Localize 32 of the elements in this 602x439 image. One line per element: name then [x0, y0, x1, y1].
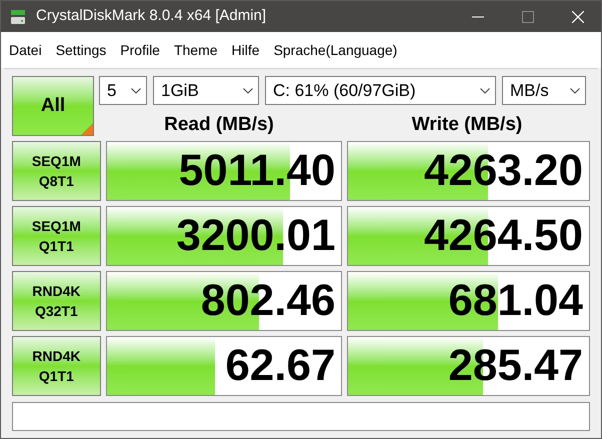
- chevron-icon: [131, 88, 141, 94]
- test-button[interactable]: SEQ1M Q8T1: [12, 141, 101, 201]
- menu-item[interactable]: Hilfe: [232, 40, 260, 60]
- dropdown[interactable]: MB/s: [502, 76, 586, 105]
- test-button[interactable]: RND4K Q32T1: [12, 271, 101, 331]
- chevron-icon: [243, 88, 253, 94]
- test-button[interactable]: RND4K Q1T1: [12, 336, 101, 396]
- result-value: 62.67: [225, 340, 336, 392]
- menu-item[interactable]: Settings: [56, 40, 106, 60]
- dropdown[interactable]: C: 61% (60/97GiB): [265, 76, 496, 105]
- chevron-icon: [480, 88, 490, 94]
- result-value: 285.47: [448, 340, 583, 392]
- result-value: 681.04: [448, 275, 583, 327]
- result-value: 4264.50: [424, 210, 583, 262]
- result-value: 802.46: [200, 275, 336, 327]
- result-value: 4263.20: [424, 145, 583, 197]
- menu-item[interactable]: Sprache(Language): [274, 40, 398, 60]
- test-button[interactable]: SEQ1M Q1T1: [12, 206, 101, 266]
- maximize-icon[interactable]: [522, 10, 534, 22]
- dropdown[interactable]: 5: [99, 76, 147, 105]
- app-icon: [10, 8, 26, 24]
- menu-item[interactable]: Profile: [120, 40, 160, 60]
- menu-item[interactable]: Theme: [174, 40, 218, 60]
- dropdown[interactable]: 1GiB: [153, 76, 259, 105]
- column-header: Write (MB/s): [410, 113, 524, 137]
- column-header: Read (MB/s): [163, 113, 275, 137]
- window-title: CrystalDiskMark 8.0.4 x64 [Admin]: [36, 6, 266, 26]
- menu-item[interactable]: Datei: [9, 40, 42, 60]
- close-icon[interactable]: [572, 10, 584, 22]
- corner-icon: [81, 123, 93, 135]
- all-button[interactable]: All: [12, 76, 94, 136]
- chevron-icon: [570, 88, 580, 94]
